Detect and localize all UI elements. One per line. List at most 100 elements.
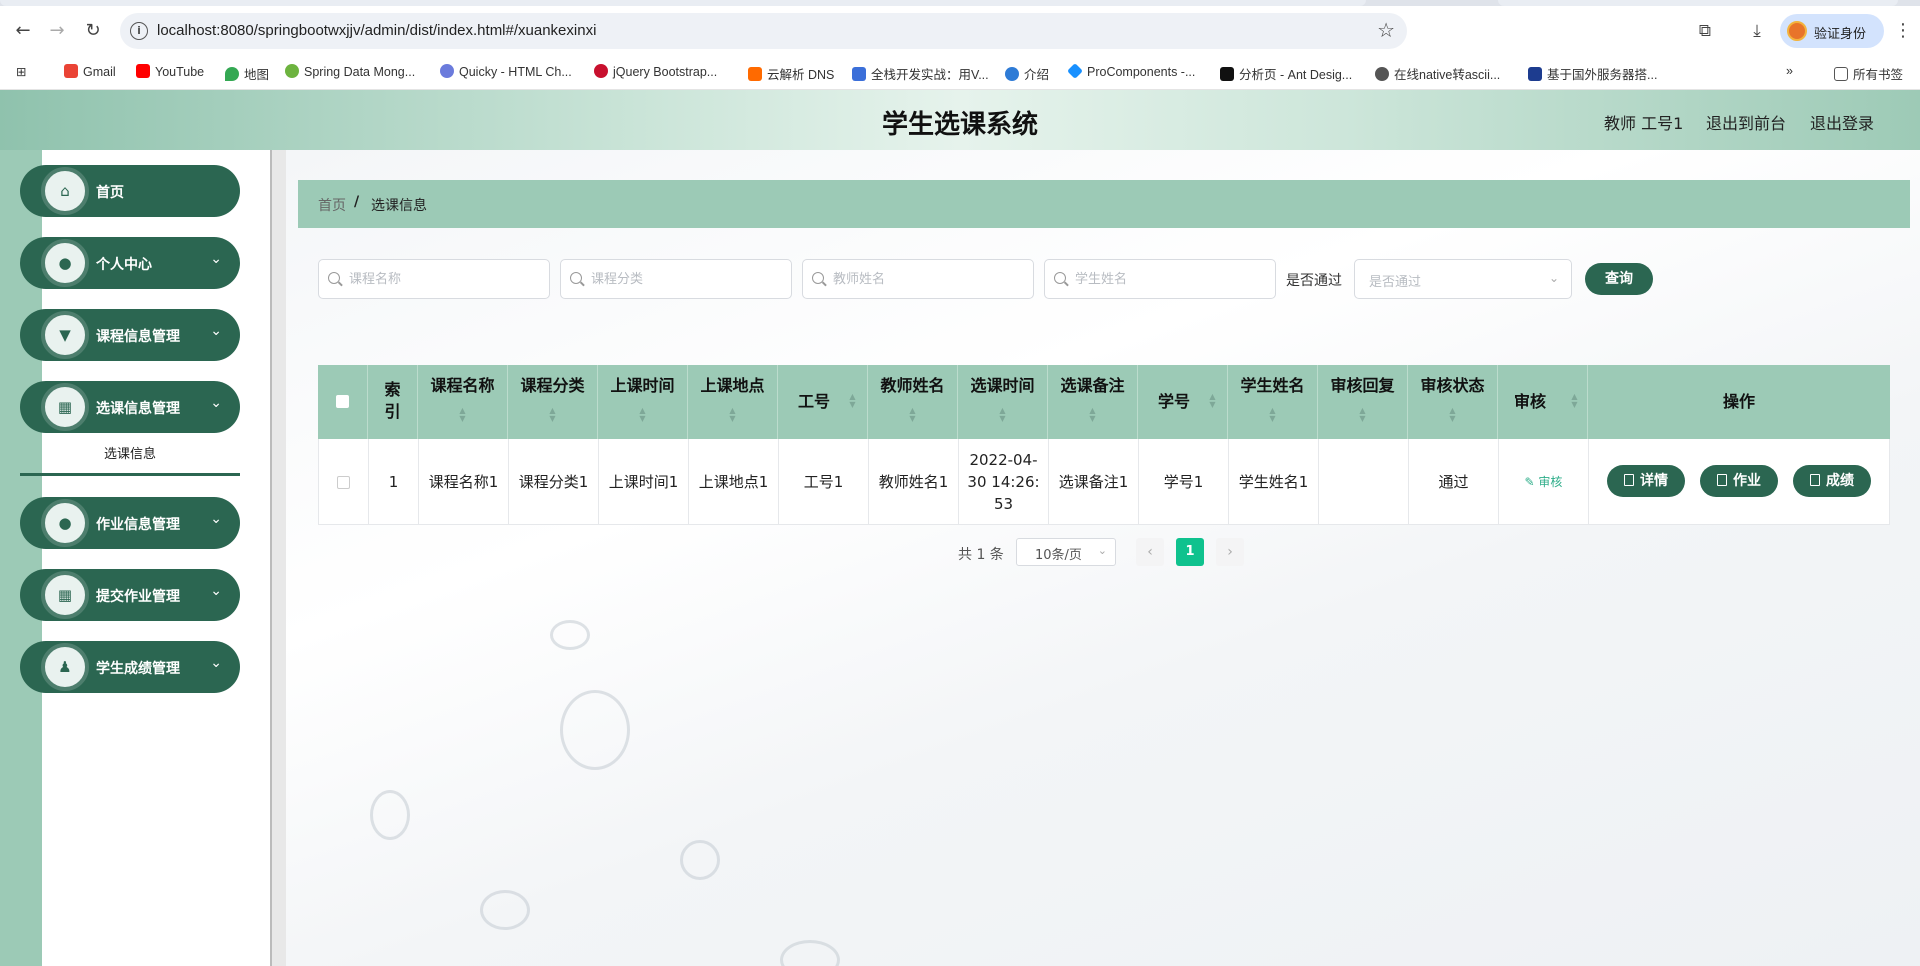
sidebar-subitem-selection-info[interactable]: 选课信息 [20,440,240,476]
sort-icon[interactable]: ▲ ▼ [1408,407,1497,423]
header-text: 教师姓名 [880,376,945,395]
breadcrumb-home[interactable]: 首页 [318,195,346,215]
bookmark-item[interactable]: ProComponents -... [1067,63,1195,79]
student-name-input[interactable] [1075,269,1265,289]
column-header-student-name[interactable]: 学生姓名 ▲ ▼ [1228,365,1318,439]
row-checkbox[interactable] [337,475,350,489]
world-icon [1375,67,1389,81]
bookmark-star-icon[interactable]: ☆ [1377,18,1395,42]
site-info-icon[interactable]: i [130,22,148,40]
sort-icon[interactable]: ▲ ▼ [1228,407,1317,423]
select-all-checkbox[interactable] [336,395,349,408]
column-header-class-place[interactable]: 上课地点 ▲ ▼ [688,365,778,439]
gmail-icon [64,64,78,78]
exit-to-front-link[interactable]: 退出到前台 [1706,110,1786,134]
prev-page-button[interactable]: ‹ [1136,538,1164,566]
column-header-audit-status[interactable]: 审核状态 ▲ ▼ [1408,365,1498,439]
course-name-input[interactable] [349,269,539,289]
sort-icon[interactable]: ▲ ▼ [868,407,957,423]
sidebar-item-score-management[interactable]: ♟ 学生成绩管理 ⌄ [20,641,240,693]
bookmark-item[interactable]: jQuery Bootstrap... [594,64,717,79]
column-header-student-no[interactable]: 学号 ▲ ▼ [1138,365,1228,439]
all-bookmarks[interactable]: 所有书签 [1834,64,1903,83]
column-header-remark[interactable]: 选课备注 ▲ ▼ [1048,365,1138,439]
score-button[interactable]: 成绩 [1793,465,1871,497]
bookmark-item[interactable]: YouTube [136,64,204,79]
header-text: 课程名称 [430,376,495,395]
sidebar-item-personal-center[interactable]: ● 个人中心 ⌄ [20,237,240,289]
teacher-name-input[interactable] [833,269,1023,289]
sidebar-scrollbar[interactable] [270,150,286,966]
column-header-audit[interactable]: 审核 ▲ ▼ [1498,365,1588,439]
bookmark-item[interactable]: Spring Data Mong... [285,64,415,79]
url-text[interactable]: localhost:8080/springbootwxjjv/admin/dis… [157,22,596,39]
column-header-course-category[interactable]: 课程分类 ▲ ▼ [508,365,598,439]
course-category-search[interactable] [560,259,792,299]
bookmark-item[interactable]: 分析页 - Ant Desig... [1220,64,1352,83]
reload-icon[interactable]: ↻ [80,18,106,44]
extensions-icon[interactable]: ⧉ [1694,20,1716,42]
cell-work-no: 工号1 [779,439,869,525]
address-bar[interactable]: i localhost:8080/springbootwxjjv/admin/d… [120,13,1407,49]
course-category-input[interactable] [591,269,781,289]
bookmark-item[interactable]: 全栈开发实战：用V... [852,64,989,83]
next-page-button[interactable]: › [1216,538,1244,566]
menu-icon-circle: ● [41,239,89,287]
bookmark-item[interactable]: Gmail [64,64,116,79]
homework-button[interactable]: 作业 [1700,465,1778,497]
column-header-select-time[interactable]: 选课时间 ▲ ▼ [958,365,1048,439]
download-icon[interactable]: ⤓ [1746,20,1768,42]
bookmark-item[interactable]: Quicky - HTML Ch... [440,64,572,79]
cell-class-time: 上课时间1 [599,439,689,525]
detail-button[interactable]: 详情 [1607,465,1685,497]
profile-button[interactable]: 验证身份 [1780,14,1884,48]
sort-icon[interactable]: ▲ ▼ [598,407,687,423]
bookmark-item[interactable]: 基于国外服务器搭... [1528,64,1657,83]
more-bookmarks-icon[interactable]: » [1786,64,1793,78]
bookmark-item[interactable]: 地图 [225,64,269,83]
bookmark-item[interactable]: 介绍 [1005,64,1049,83]
column-header-work-no[interactable]: 工号 ▲ ▼ [778,365,868,439]
passed-select[interactable]: 是否通过 ⌄ [1354,259,1572,299]
page-number-current[interactable]: 1 [1176,538,1204,566]
bookmark-item[interactable]: 云解析 DNS [748,64,834,83]
column-header-index[interactable]: 索引 [368,365,418,439]
home-icon: ⌂ [60,182,70,200]
logout-link[interactable]: 退出登录 [1810,110,1874,134]
sidebar-item-selection-management[interactable]: ▦ 选课信息管理 ⌄ [20,381,240,433]
bookmark-label: jQuery Bootstrap... [613,65,718,79]
homework-button-label: 作业 [1733,473,1761,489]
course-name-search[interactable] [318,259,550,299]
document-icon [1624,474,1634,486]
sort-icon[interactable]: ▲ ▼ [418,407,507,423]
column-header-audit-reply[interactable]: 审核回复 ▲ ▼ [1318,365,1408,439]
sort-icon[interactable]: ▲ ▼ [1048,407,1137,423]
sort-icon[interactable]: ▲ ▼ [508,407,597,423]
sidebar-item-homework-management[interactable]: ● 作业信息管理 ⌄ [20,497,240,549]
sidebar-item-submit-homework[interactable]: ▦ 提交作业管理 ⌄ [20,569,240,621]
column-header-course-name[interactable]: 课程名称 ▲ ▼ [418,365,508,439]
student-name-search[interactable] [1044,259,1276,299]
column-header-teacher-name[interactable]: 教师姓名 ▲ ▼ [868,365,958,439]
sidebar-item-course-management[interactable]: ▼ 课程信息管理 ⌄ [20,309,240,361]
menu-icon-circle: ⌂ [41,167,89,215]
forward-icon[interactable]: → [44,18,70,44]
browser-menu-icon[interactable]: ⋮ [1894,20,1912,41]
bookmark-item[interactable]: 在线native转ascii... [1375,64,1500,83]
audit-link[interactable]: ✎ 审核 [1525,471,1563,493]
teacher-name-search[interactable] [802,259,1034,299]
apps-icon[interactable]: ⊞ [16,64,26,79]
avatar [1787,21,1807,41]
sort-icon[interactable]: ▲ ▼ [688,407,777,423]
sort-icon[interactable]: ▲ ▼ [958,407,1047,423]
header-text: 上课时间 [610,376,675,395]
folder-icon [1834,67,1848,81]
page-size-select[interactable]: 10条/页 ⌄ [1016,538,1116,566]
back-icon[interactable]: ← [10,18,36,44]
header-text: 操作 [1722,392,1755,411]
sidebar-item-home[interactable]: ⌂ 首页 [20,165,240,217]
query-button[interactable]: 查询 [1585,263,1653,295]
column-header-class-time[interactable]: 上课时间 ▲ ▼ [598,365,688,439]
chevron-down-icon: ⌄ [210,583,222,599]
sort-icon[interactable]: ▲ ▼ [1318,407,1407,423]
